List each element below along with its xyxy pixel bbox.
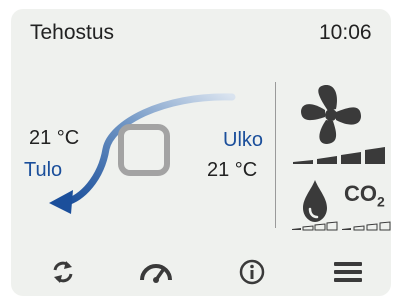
co2-indicator: CO2 [341, 181, 391, 231]
gauge-icon [140, 264, 172, 283]
humidity-level-bar [292, 221, 338, 231]
mode-title: Tehostus [30, 21, 115, 44]
heat-exchanger-icon [118, 124, 170, 176]
menu-icon [334, 262, 362, 282]
performance-button[interactable] [126, 252, 186, 292]
co2-subscript: 2 [377, 193, 385, 210]
fan-level-bar [293, 147, 385, 164]
info-icon [239, 259, 265, 285]
menu-button[interactable] [318, 252, 378, 292]
clock: 10:06 [319, 21, 372, 44]
main-panel: Tehostus 10:06 21 °C Tulo Ulko 21 °C CO2 [11, 9, 391, 296]
info-button[interactable] [222, 252, 282, 292]
humidity-indicator [291, 176, 339, 232]
co2-level-segment [366, 223, 378, 231]
divider [275, 82, 276, 228]
supply-label: Tulo [24, 159, 63, 181]
co2-label: CO2 [344, 181, 385, 210]
co2-level-segment [379, 221, 391, 231]
refresh-icon [53, 261, 73, 283]
humidity-level-segment [314, 223, 326, 231]
humidity-level-segment [292, 228, 301, 230]
fan-speed-control[interactable] [291, 84, 387, 169]
fan-level-segment [341, 152, 361, 164]
airflow-arrow-head [49, 190, 73, 214]
fan-level-segment [293, 160, 313, 164]
fan-level-segment [317, 156, 337, 164]
humidity-level-segment [302, 225, 314, 231]
co2-level-bar [342, 221, 391, 231]
co2-level-segment [342, 228, 351, 230]
fan-level-segment [365, 147, 385, 164]
outdoor-label: Ulko [223, 129, 264, 151]
supply-temperature: 21 °C [29, 127, 80, 149]
co2-level-segment [353, 225, 365, 231]
refresh-button[interactable] [33, 252, 93, 292]
humidity-level-segment [326, 221, 338, 231]
outdoor-temperature: 21 °C [207, 159, 258, 181]
device-screen: Tehostus 10:06 21 °C Tulo Ulko 21 °C CO2 [0, 0, 402, 303]
